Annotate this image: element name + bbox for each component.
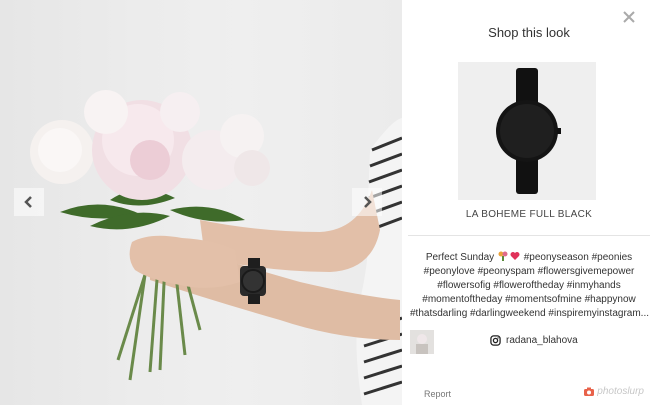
author-thumbnail-image — [410, 330, 434, 354]
caption-line-5: #thatsdarling #darlingweekend #inspiremy… — [410, 308, 650, 319]
shop-panel: Shop this look LA BOHEME FULL BLACK Perf… — [402, 0, 656, 405]
camera-icon — [584, 387, 595, 396]
close-button[interactable] — [622, 10, 636, 24]
caption-line-4: #momentoftheday #momentsofmine #happynow — [422, 294, 636, 305]
instagram-username: radana_blahova — [506, 334, 578, 346]
author-thumbnail[interactable] — [410, 330, 434, 354]
watch-product-image — [458, 62, 596, 200]
caption-line-3: #flowersofig #floweroftheday #inmyhands — [437, 280, 621, 291]
caption-hashtags-1: #peonyseason #peonies — [523, 252, 633, 263]
panel-title: Shop this look — [488, 25, 570, 40]
product-name-link[interactable]: LA BOHEME FULL BLACK — [402, 209, 656, 220]
peony-flowers — [30, 90, 270, 200]
author-row: radana_blahova — [410, 330, 650, 354]
instagram-user-link[interactable]: radana_blahova — [490, 332, 578, 348]
look-photo — [0, 0, 402, 405]
prev-photo-button[interactable] — [14, 188, 44, 216]
chevron-left-icon — [24, 196, 32, 208]
next-photo-button[interactable] — [352, 188, 382, 216]
product-image[interactable] — [458, 62, 596, 200]
caption-line-1-text: Perfect Sunday — [425, 252, 495, 263]
photoslurp-brand-link[interactable]: photoslurp — [584, 386, 644, 397]
report-link[interactable]: Report — [424, 389, 451, 399]
chevron-right-icon — [364, 196, 372, 208]
panel-divider — [408, 235, 650, 236]
shop-look-modal: Shop this look LA BOHEME FULL BLACK Perf… — [0, 0, 656, 405]
bouquet-photo — [30, 90, 402, 405]
heart-emoji-icon — [510, 252, 520, 260]
caption-line-1: Perfect Sunday #peonyseason #peonies — [410, 251, 648, 265]
bouquet-emoji-icon — [498, 251, 508, 261]
instagram-icon — [490, 334, 501, 346]
striped-sleeve — [356, 118, 402, 405]
close-icon — [623, 11, 635, 23]
brand-label: photoslurp — [597, 386, 644, 397]
caption-line-2: #peonylove #peonyspam #flowersgivemepowe… — [423, 266, 635, 277]
post-caption: Perfect Sunday #peonyseason #peonies #pe… — [410, 251, 650, 321]
